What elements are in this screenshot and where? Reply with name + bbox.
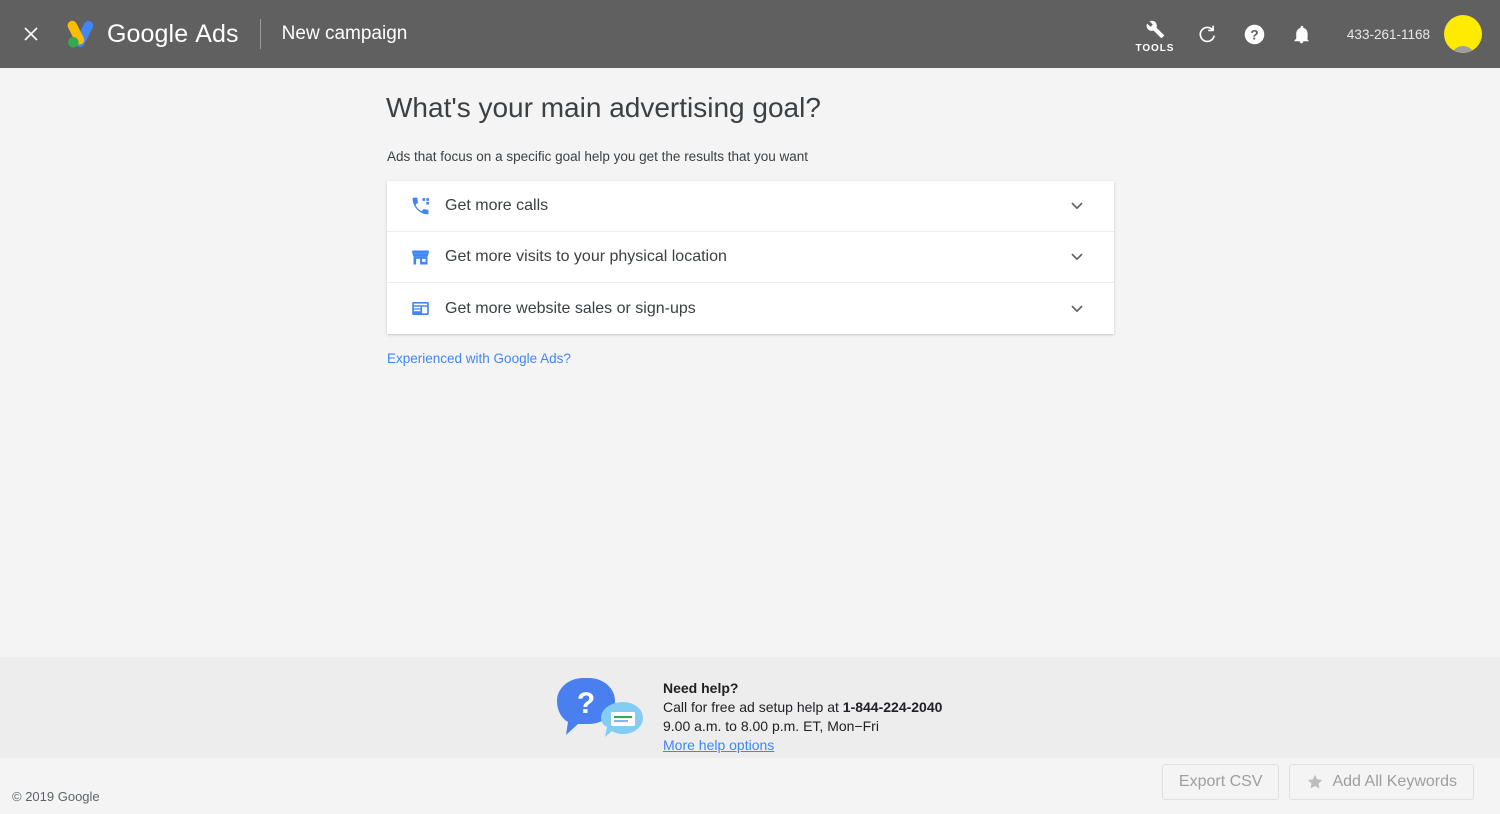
experienced-with-google-ads-link[interactable]: Experienced with Google Ads? (387, 351, 571, 366)
svg-text:?: ? (1250, 26, 1258, 42)
refresh-icon[interactable] (1184, 0, 1231, 68)
page-title: What's your main advertising goal? (386, 92, 821, 123)
header-divider (259, 19, 261, 49)
help-chat-bubbles-icon: ? (553, 675, 653, 741)
storefront-icon (409, 246, 431, 268)
google-ads-new-campaign-page: Google Ads New campaign TOOLS ? 433-261-… (0, 0, 1500, 814)
app-header: Google Ads New campaign TOOLS ? 433-261-… (0, 0, 1500, 68)
tools-button[interactable]: TOOLS (1126, 14, 1184, 54)
page-context-title: New campaign (281, 23, 408, 44)
goal-option-label: Get more website sales or sign-ups (445, 299, 696, 317)
help-text-block: Need help? Call for free ad setup help a… (663, 675, 942, 755)
add-all-keywords-button[interactable]: Add All Keywords (1289, 764, 1474, 800)
goal-option-calls[interactable]: Get more calls (387, 181, 1114, 232)
svg-text:?: ? (577, 687, 595, 720)
chevron-down-icon[interactable] (1066, 195, 1088, 217)
help-title: Need help? (663, 680, 739, 696)
export-csv-label: Export CSV (1178, 773, 1263, 790)
help-call-line: Call for free ad setup help at 1-844-224… (663, 698, 942, 717)
help-hours: 9.00 a.m. to 8.00 p.m. ET, Mon−Fri (663, 718, 879, 734)
bottom-actions: Export CSV Add All Keywords (1161, 764, 1474, 800)
more-help-options-link[interactable]: More help options (663, 736, 774, 755)
help-call-prefix: Call for free ad setup help at (663, 699, 843, 715)
goal-option-label: Get more visits to your physical locatio… (445, 248, 727, 265)
add-all-keywords-label: Add All Keywords (1332, 773, 1457, 790)
brand-name: Google Ads (107, 20, 239, 49)
google-ads-logo-icon (67, 20, 94, 48)
bell-icon[interactable] (1278, 0, 1325, 68)
phone-calls-icon (409, 195, 431, 217)
page-subtitle: Ads that focus on a specific goal help y… (387, 149, 809, 164)
tools-label: TOOLS (1135, 43, 1175, 54)
goal-option-location[interactable]: Get more visits to your physical locatio… (387, 232, 1114, 283)
bottom-bar: © 2019 Google Export CSV Add All Keyword… (0, 758, 1500, 814)
close-icon[interactable] (18, 21, 44, 47)
goal-option-label: Get more calls (445, 197, 549, 214)
copyright-text: © 2019 Google (12, 789, 100, 804)
help-content: ? Need help? Call for free ad setup help… (553, 675, 942, 755)
export-csv-button[interactable]: Export CSV (1161, 764, 1280, 800)
main-content: What's your main advertising goal? Ads t… (0, 68, 1500, 657)
help-phone-number: 1-844-224-2040 (842, 699, 943, 715)
star-icon (1308, 774, 1323, 789)
avatar-person-shape (1451, 46, 1475, 53)
support-phone-number: 433-261-1168 (1346, 26, 1430, 42)
chevron-down-icon[interactable] (1066, 246, 1088, 268)
brand-ads: Ads (195, 19, 239, 48)
brand-google: Google (107, 19, 189, 48)
web-page-icon (409, 298, 431, 320)
wrench-icon (1146, 20, 1165, 39)
goal-option-website[interactable]: Get more website sales or sign-ups (387, 283, 1114, 334)
help-band: ? Need help? Call for free ad setup help… (0, 657, 1500, 758)
avatar[interactable] (1444, 15, 1482, 53)
chevron-down-icon[interactable] (1066, 298, 1088, 320)
help-circle-icon[interactable]: ? (1231, 0, 1278, 68)
header-actions: TOOLS ? 433-261-1168 (1126, 0, 1500, 68)
goal-options-card: Get more calls Get more visits to your p… (387, 181, 1114, 334)
